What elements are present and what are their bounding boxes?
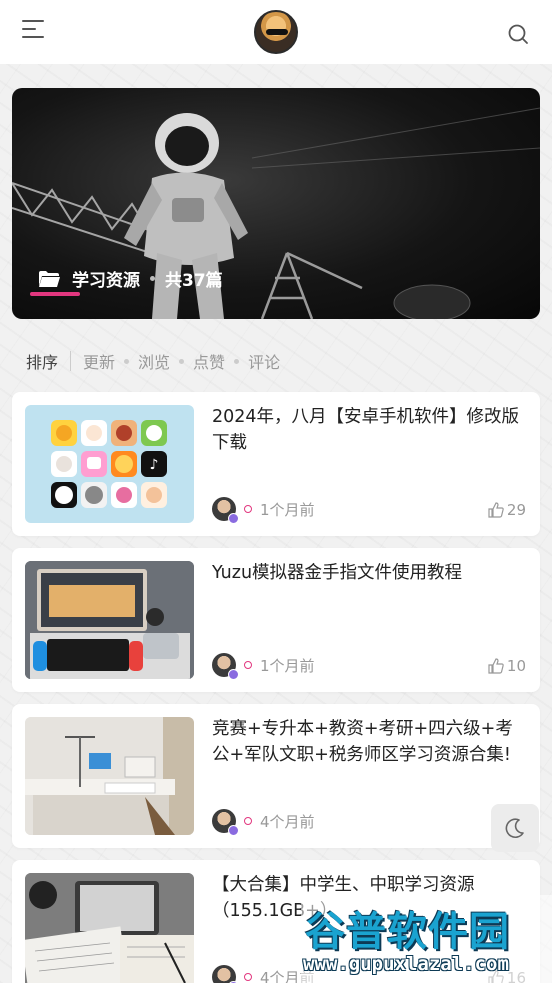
- active-underline: [30, 292, 80, 296]
- like-count[interactable]: 29: [488, 501, 526, 519]
- post-thumbnail[interactable]: [25, 717, 194, 835]
- post-card[interactable]: Yuzu模拟器金手指文件使用教程 1个月前 10: [12, 548, 540, 692]
- post-title[interactable]: 2024年，八月【安卓手机软件】修改版 下载: [212, 404, 522, 456]
- verified-badge-icon: [228, 825, 239, 836]
- post-card[interactable]: ♪ 2024年，八月【安卓手机软件】修改版 下载 1个月前 29: [12, 392, 540, 536]
- study-desk-photo: [25, 873, 194, 983]
- search-icon[interactable]: [506, 22, 530, 46]
- sort-title: 排序: [26, 353, 59, 372]
- post-time: 1个月前: [260, 500, 315, 519]
- user-avatar[interactable]: [254, 10, 298, 54]
- dot-icon: [244, 973, 252, 981]
- site-watermark: 谷普软件园 www.gupuxlazal.com: [301, 895, 552, 983]
- sort-option-comments[interactable]: 评论: [248, 349, 280, 373]
- separator-dot: [234, 358, 240, 364]
- post-thumbnail[interactable]: ♪: [25, 405, 194, 523]
- author-avatar[interactable]: [212, 653, 239, 680]
- like-count[interactable]: 10: [488, 657, 526, 675]
- post-card[interactable]: 竞赛+专升本+教资+考研+四六级+考公+军队文职+税务师区学习资源合集! 4个月…: [12, 704, 540, 848]
- post-thumbnail[interactable]: [25, 873, 194, 983]
- app-icons-grid: ♪: [51, 420, 167, 508]
- post-title[interactable]: Yuzu模拟器金手指文件使用教程: [212, 560, 522, 586]
- divider: [70, 351, 72, 371]
- post-title[interactable]: 竞赛+专升本+教资+考研+四六级+考公+军队文职+税务师区学习资源合集!: [212, 716, 522, 768]
- top-bar: [0, 0, 552, 64]
- category-label: 学习资源 共37篇: [38, 266, 223, 291]
- sort-option-views[interactable]: 浏览: [138, 349, 170, 373]
- post-meta: 1个月前: [212, 653, 315, 680]
- folder-icon: [39, 270, 60, 287]
- post-meta: 4个月前: [212, 965, 315, 983]
- post-time: 1个月前: [260, 656, 315, 675]
- author-avatar[interactable]: [212, 497, 239, 524]
- thumbs-up-icon: [488, 658, 504, 674]
- verified-badge-icon: [228, 513, 239, 524]
- menu-icon[interactable]: [22, 20, 48, 44]
- like-number: 10: [506, 657, 526, 675]
- night-mode-button[interactable]: [491, 804, 539, 852]
- post-thumbnail[interactable]: [25, 561, 194, 679]
- sort-option-update[interactable]: 更新: [83, 349, 115, 373]
- post-meta: 4个月前: [212, 809, 315, 836]
- category-banner: 学习资源 共37篇: [12, 88, 540, 319]
- sort-option-likes[interactable]: 点赞: [193, 349, 225, 373]
- watermark-url: www.gupuxlazal.com: [303, 953, 509, 975]
- dot-icon: [244, 817, 252, 825]
- svg-text:♪: ♪: [150, 457, 159, 473]
- category-name: 学习资源: [72, 271, 140, 291]
- separator-dot: [124, 358, 130, 364]
- thumbs-up-icon: [488, 502, 504, 518]
- separator-dot: [150, 276, 155, 281]
- switch-console-photo: [25, 561, 194, 679]
- verified-badge-icon: [228, 669, 239, 680]
- dot-icon: [244, 505, 252, 513]
- moon-icon: [505, 818, 524, 839]
- sort-bar: 排序 更新 浏览 点赞 评论: [26, 350, 280, 372]
- author-avatar[interactable]: [212, 809, 239, 836]
- post-count: 共37篇: [165, 271, 223, 291]
- post-meta: 1个月前: [212, 497, 315, 524]
- desk-photo: [25, 717, 194, 835]
- dot-icon: [244, 661, 252, 669]
- separator-dot: [179, 358, 185, 364]
- author-avatar[interactable]: [212, 965, 239, 983]
- post-time: 4个月前: [260, 812, 315, 831]
- like-number: 29: [506, 501, 526, 519]
- watermark-logo-text: 谷普软件园: [305, 909, 510, 955]
